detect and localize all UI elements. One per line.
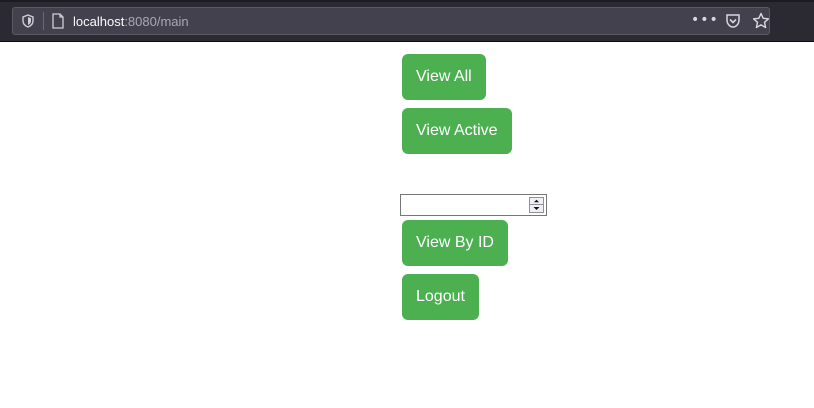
shield-icon[interactable] [21,14,35,28]
view-active-button[interactable]: View Active [402,108,512,154]
url-text[interactable]: localhost:8080/main [73,14,189,29]
url-host: localhost [73,14,125,29]
url-path: :8080/main [124,14,189,29]
tab-strip-edge [0,0,814,2]
more-actions-icon[interactable]: ••• [691,12,719,28]
address-bar[interactable]: localhost:8080/main ••• [12,7,770,35]
id-number-input[interactable] [400,194,547,216]
logout-button[interactable]: Logout [402,274,479,320]
star-icon[interactable] [752,12,770,30]
id-stepper[interactable] [529,197,544,213]
browser-toolbar: localhost:8080/main ••• [0,0,814,42]
address-bar-divider [43,12,44,30]
stepper-down-icon[interactable] [530,205,543,212]
view-all-button[interactable]: View All [402,54,486,100]
stepper-up-icon[interactable] [530,198,543,205]
view-by-id-button[interactable]: View By ID [402,220,508,266]
page-icon [52,13,64,29]
pocket-icon[interactable] [725,13,741,29]
id-input-field[interactable] [402,196,526,214]
